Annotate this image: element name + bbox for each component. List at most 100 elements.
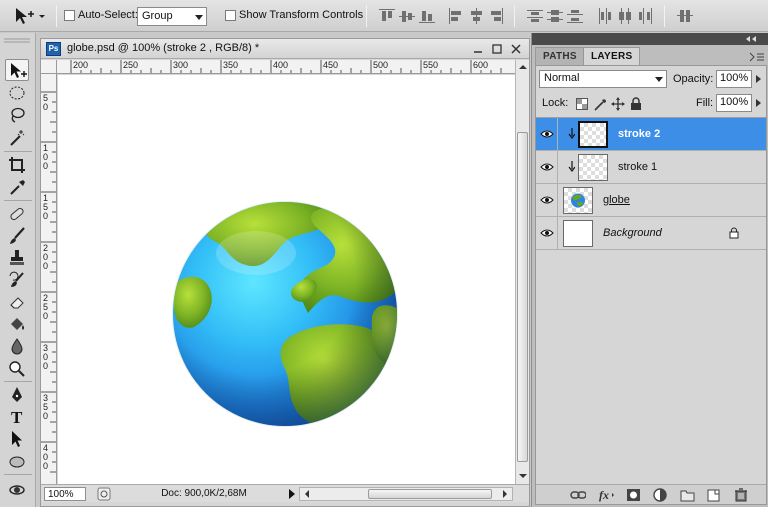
minimize-icon[interactable] [471, 42, 485, 56]
scroll-down-icon[interactable] [517, 471, 529, 481]
auto-select-label: Auto-Select: [78, 9, 138, 21]
zoom-field[interactable]: 100% [44, 487, 86, 501]
close-icon[interactable] [509, 42, 523, 56]
new-layer-icon[interactable] [706, 488, 722, 502]
layer-name[interactable]: stroke 2 [618, 128, 660, 140]
blend-mode-dropdown[interactable]: Normal [539, 70, 667, 88]
layer-thumbnail[interactable] [578, 121, 608, 148]
crop-tool[interactable] [5, 154, 29, 176]
distribute-vertical-centers-icon[interactable] [547, 8, 563, 24]
dodge-tool[interactable] [5, 357, 29, 379]
brush-tool[interactable] [5, 225, 29, 247]
distribute-top-icon[interactable] [527, 8, 543, 24]
status-camera-icon[interactable] [97, 487, 111, 501]
layer-thumbnail[interactable] [563, 187, 593, 214]
lock-all-icon[interactable] [630, 97, 642, 111]
align-top-icon[interactable] [379, 8, 395, 24]
healing-brush-tool[interactable] [5, 203, 29, 225]
tool-preset-picker[interactable] [12, 5, 48, 27]
panel-menu-icon[interactable] [749, 51, 765, 63]
opacity-slider-arrow-icon[interactable] [754, 71, 764, 87]
status-menu-arrow-icon[interactable] [287, 487, 297, 501]
layer-name[interactable]: stroke 1 [618, 161, 657, 173]
distribute-right-icon[interactable] [637, 8, 653, 24]
vertical-ruler[interactable]: 50 100 150 200 250 300 350 400 [41, 74, 57, 484]
lock-position-icon[interactable] [611, 97, 625, 111]
eyedropper-tool[interactable] [5, 176, 29, 198]
lock-image-pixels-icon[interactable] [593, 97, 607, 111]
vertical-scrollbar[interactable] [515, 60, 529, 484]
clone-stamp-tool[interactable] [5, 247, 29, 269]
opacity-field[interactable]: 100% [716, 70, 752, 88]
move-tool[interactable] [5, 59, 29, 81]
blur-tool[interactable] [5, 335, 29, 357]
pen-tool[interactable] [5, 384, 29, 406]
document-canvas[interactable] [58, 75, 515, 484]
eyedropper-icon [10, 180, 25, 195]
eye-icon [540, 229, 554, 237]
distribute-left-icon[interactable] [597, 8, 613, 24]
layer-mask-icon[interactable] [626, 488, 642, 502]
layer-name[interactable]: Background [603, 227, 662, 239]
link-layers-icon[interactable] [570, 488, 586, 502]
auto-select-dropdown[interactable]: Group [137, 7, 207, 26]
marquee-tool[interactable] [5, 82, 29, 104]
adjustment-layer-icon[interactable] [653, 488, 669, 502]
fill-slider-arrow-icon[interactable] [754, 95, 764, 111]
ruler-origin[interactable] [41, 60, 57, 74]
type-tool[interactable]: T [5, 406, 29, 428]
magic-wand-icon [10, 130, 25, 146]
layer-visibility-toggle[interactable] [536, 217, 558, 249]
layer-visibility-toggle[interactable] [536, 184, 558, 216]
align-vertical-centers-icon[interactable] [399, 8, 415, 24]
scroll-right-icon[interactable] [500, 488, 510, 500]
layer-row-background[interactable]: Background [536, 217, 766, 250]
document-title-bar[interactable]: Ps globe.psd @ 100% (stroke 2 , RGB/8) * [41, 39, 529, 59]
horizontal-ruler[interactable]: 200 250 300 350 400 450 500 550 600 [57, 60, 515, 74]
layer-name[interactable]: globe [603, 194, 630, 206]
document-info[interactable]: Doc: 900,0K/2,68M [119, 488, 289, 499]
ruler-v-label: 100 [43, 143, 49, 171]
lock-transparent-pixels-icon[interactable] [576, 98, 588, 110]
horizontal-scroll-thumb[interactable] [368, 489, 492, 499]
vertical-scroll-thumb[interactable] [517, 132, 528, 462]
layer-row-globe[interactable]: globe [536, 184, 766, 217]
layer-thumbnail[interactable] [578, 154, 608, 181]
auto-select-checkbox[interactable] [64, 10, 75, 21]
align-left-icon[interactable] [448, 8, 464, 24]
layer-row-stroke-2[interactable]: stroke 2 [536, 118, 766, 151]
tab-paths[interactable]: PATHS [535, 47, 585, 66]
tab-layers[interactable]: LAYERS [583, 47, 641, 66]
collapse-panels-icon[interactable] [743, 34, 763, 44]
shape-tool[interactable] [5, 450, 29, 472]
align-right-icon[interactable] [488, 8, 504, 24]
scroll-left-icon[interactable] [302, 488, 312, 500]
layer-visibility-toggle[interactable] [536, 118, 558, 150]
layer-thumbnail[interactable] [563, 220, 593, 247]
fill-field[interactable]: 100% [716, 94, 752, 112]
new-group-icon[interactable] [680, 488, 696, 502]
distribute-bottom-icon[interactable] [567, 8, 583, 24]
eraser-tool[interactable] [5, 291, 29, 313]
magic-wand-tool[interactable] [5, 127, 29, 149]
auto-align-layers-icon[interactable] [677, 8, 693, 24]
lasso-tool[interactable] [5, 104, 29, 126]
align-bottom-icon[interactable] [419, 8, 435, 24]
show-transform-checkbox[interactable] [225, 10, 236, 21]
distribute-horizontal-centers-icon[interactable] [617, 8, 633, 24]
maximize-icon[interactable] [490, 42, 504, 56]
fill-label: Fill: [696, 97, 714, 109]
trash-icon[interactable] [733, 488, 749, 502]
3d-rotate-tool[interactable] [5, 479, 29, 501]
path-selection-tool[interactable] [5, 428, 29, 450]
history-brush-tool[interactable] [5, 269, 29, 291]
toolbox-grip[interactable] [2, 35, 32, 55]
panel-dock-header[interactable] [532, 33, 768, 45]
horizontal-scrollbar[interactable] [299, 487, 513, 501]
paint-bucket-tool[interactable] [5, 313, 29, 335]
scroll-up-icon[interactable] [517, 62, 529, 72]
layer-style-fx-icon[interactable]: fx [598, 488, 614, 502]
layer-row-stroke-1[interactable]: stroke 1 [536, 151, 766, 184]
layer-visibility-toggle[interactable] [536, 151, 558, 183]
align-horizontal-centers-icon[interactable] [468, 8, 484, 24]
